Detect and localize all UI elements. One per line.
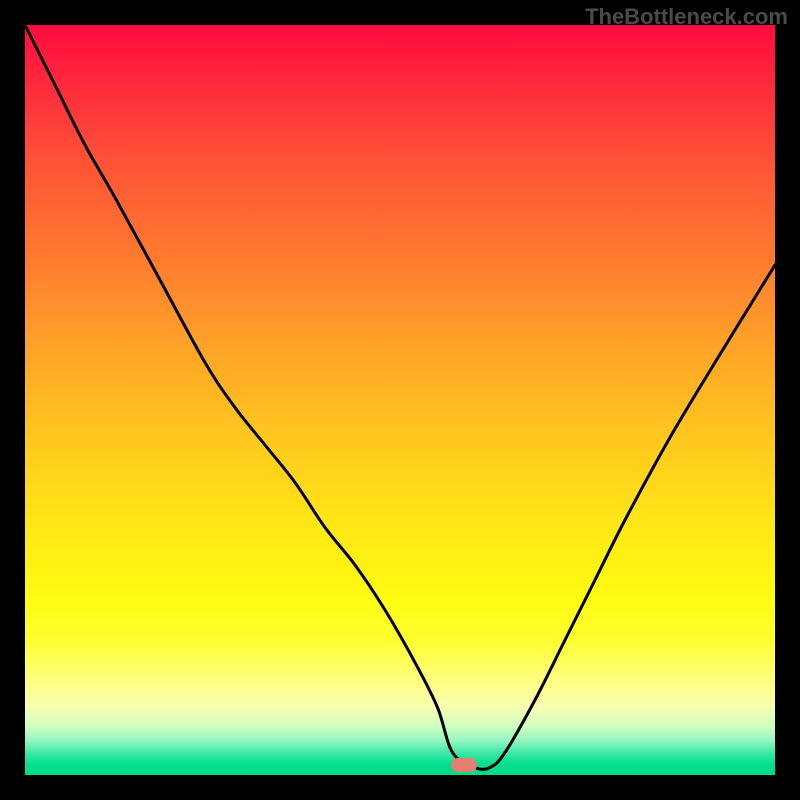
watermark-text: TheBottleneck.com: [585, 4, 788, 30]
optimum-marker: [451, 758, 477, 772]
bottleneck-curve: [25, 25, 775, 775]
plot-area: [25, 25, 775, 775]
chart-frame: TheBottleneck.com: [0, 0, 800, 800]
